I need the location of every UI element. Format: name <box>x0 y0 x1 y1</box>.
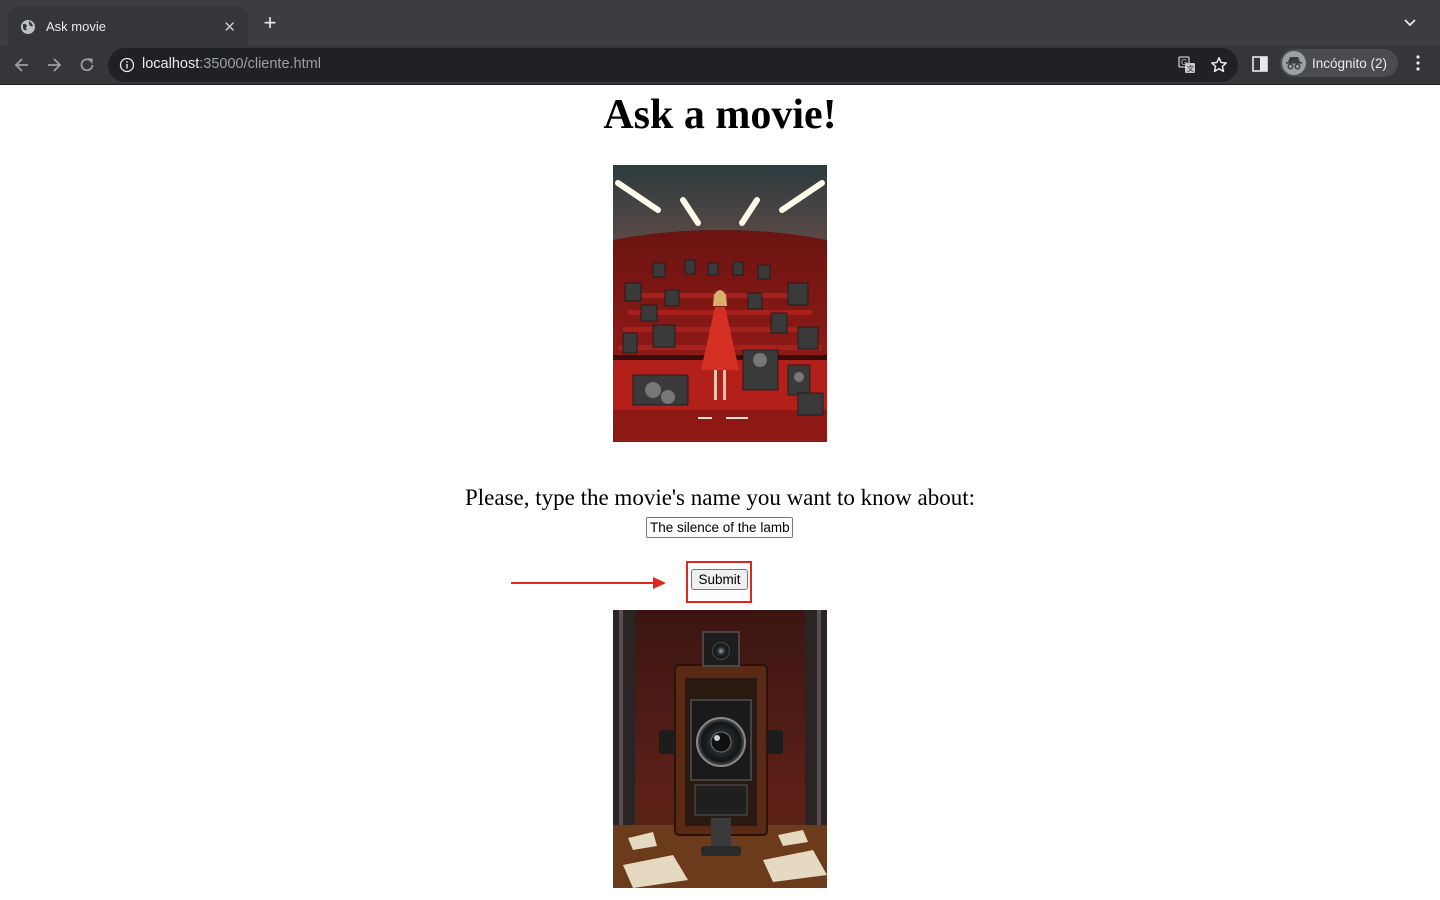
chevron-down-icon[interactable] <box>1402 14 1418 30</box>
star-icon[interactable] <box>1210 56 1228 74</box>
reload-icon[interactable] <box>77 55 97 75</box>
info-icon[interactable] <box>119 57 135 73</box>
movie-name-input[interactable] <box>646 517 793 538</box>
address-bar[interactable]: localhost:35000/cliente.html G 文 <box>108 48 1238 82</box>
more-icon[interactable] <box>1410 54 1426 72</box>
browser-toolbar: localhost:35000/cliente.html G 文 <box>0 46 1440 85</box>
url-path: :35000/cliente.html <box>199 56 321 72</box>
incognito-icon <box>1282 51 1306 75</box>
profile-label: Incógnito (2) <box>1312 55 1388 71</box>
url-host: localhost <box>142 56 200 72</box>
browser-tab[interactable]: Ask movie ✕ <box>8 7 248 46</box>
page-content: Ask a movie! Please, type the movie's na… <box>0 85 1440 900</box>
tab-strip: Ask movie ✕ + <box>0 0 1440 46</box>
submit-button[interactable]: Submit <box>691 569 748 590</box>
side-panel-icon[interactable] <box>1251 55 1269 73</box>
page-title: Ask a movie! <box>603 92 837 138</box>
translate-icon[interactable]: G 文 <box>1178 56 1196 74</box>
tab-title: Ask movie <box>46 19 106 34</box>
cinema-hall-image <box>613 165 827 442</box>
back-icon[interactable] <box>12 55 32 75</box>
plus-icon[interactable]: + <box>259 12 281 34</box>
svg-text:文: 文 <box>1187 64 1194 73</box>
pointer-arrow <box>511 577 666 589</box>
globe-icon <box>21 19 35 34</box>
url-text: localhost:35000/cliente.html <box>142 56 321 72</box>
forward-icon[interactable] <box>44 55 64 75</box>
incognito-profile-button[interactable]: Incógnito (2) <box>1280 49 1398 77</box>
close-icon[interactable]: ✕ <box>223 18 236 36</box>
vintage-camera-image <box>613 610 827 888</box>
input-prompt: Please, type the movie's name you want t… <box>464 485 976 510</box>
